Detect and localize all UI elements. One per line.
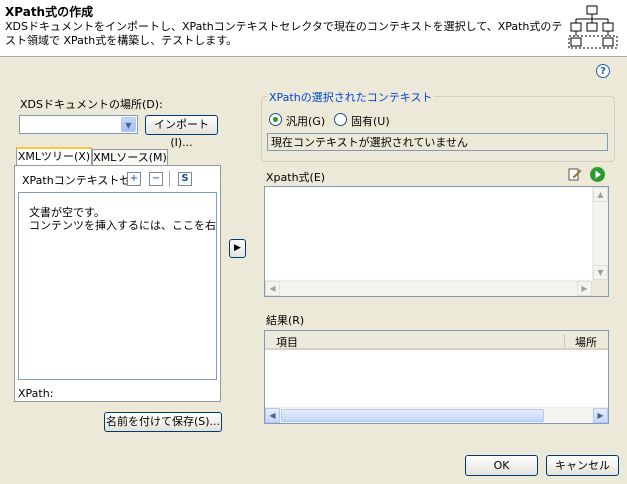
dialog-description: XDSドキュメントをインポートし、XPathコンテキストセレクタで現在のコンテキ…	[5, 20, 563, 47]
run-xpath-icon[interactable]	[590, 167, 605, 182]
expand-all-icon[interactable]: +	[127, 172, 141, 186]
doc-location-combo[interactable]: ▼	[19, 115, 138, 134]
import-button[interactable]: インポート(I)...	[145, 115, 218, 149]
results-scroll-left-arrow[interactable]: ◀	[265, 408, 280, 423]
results-label: 結果(R)	[266, 314, 305, 327]
radio-generic-label[interactable]: 汎用(G)	[286, 113, 325, 129]
context-status-field: 現在コンテキストが選択されていません	[267, 133, 608, 151]
scroll-down-arrow[interactable]: ▼	[593, 265, 608, 280]
column-divider	[564, 334, 565, 347]
edit-xpath-icon[interactable]	[568, 167, 582, 181]
toolbar-separator	[169, 171, 170, 187]
scroll-left-arrow[interactable]: ◀	[265, 281, 280, 296]
tab-xml-source[interactable]: XMLソース(M)	[92, 149, 168, 166]
context-group-title: XPathの選択されたコンテキスト	[267, 89, 435, 105]
transfer-button[interactable]: ▶	[229, 239, 246, 258]
chevron-down-icon[interactable]: ▼	[121, 117, 136, 132]
help-icon[interactable]: ?	[596, 64, 610, 78]
results-scroll-thumb[interactable]	[281, 409, 544, 422]
column-header-location[interactable]: 場所	[575, 334, 597, 350]
tree-empty-message-line2: コンテンツを挿入するには、ここを右マウス	[29, 219, 216, 232]
results-scroll-right-arrow[interactable]: ▶	[593, 408, 608, 423]
xpath-textarea[interactable]: ▲ ▼ ◀ ▶	[264, 186, 609, 297]
context-group: XPathの選択されたコンテキスト 汎用(G) 固有(U) 現在コンテキストが選…	[261, 89, 615, 162]
scroll-up-arrow[interactable]: ▲	[593, 187, 608, 202]
scroll-right-arrow[interactable]: ▶	[577, 281, 592, 296]
tab-xml-tree[interactable]: XMLツリー(X)	[16, 147, 92, 166]
select-context-icon[interactable]: S	[178, 172, 192, 186]
radio-specific-label[interactable]: 固有(U)	[351, 113, 390, 129]
hierarchy-diagram-icon	[567, 4, 619, 50]
dialog-title: XPath式の作成	[5, 5, 94, 19]
tree-view[interactable]: 文書が空です。 コンテンツを挿入するには、ここを右マウス	[18, 192, 217, 380]
doc-location-label: XDSドキュメントの場所(D):	[20, 98, 163, 111]
collapse-all-icon[interactable]: −	[149, 172, 163, 186]
radio-specific[interactable]	[334, 113, 347, 126]
context-toolbar-label: XPathコンテキストセ	[22, 174, 131, 187]
xpath-footer-label: XPath:	[18, 387, 54, 400]
xpath-label: Xpath式(E)	[266, 171, 326, 184]
xpath-vertical-scrollbar[interactable]: ▲ ▼	[592, 187, 608, 280]
cancel-button[interactable]: キャンセル	[546, 455, 619, 476]
xpath-horizontal-scrollbar[interactable]: ◀ ▶	[265, 280, 592, 296]
ok-button[interactable]: OK	[465, 455, 538, 476]
radio-generic[interactable]	[269, 113, 282, 126]
scroll-corner	[592, 280, 608, 296]
xml-tree-panel: XPathコンテキストセ + − S 文書が空です。 コンテンツを挿入するには、…	[14, 165, 221, 402]
dialog-header: XPath式の作成 XDSドキュメントをインポートし、XPathコンテキストセレ…	[0, 0, 627, 57]
results-table[interactable]: 項目 場所 ◀ ▶	[264, 330, 609, 424]
results-table-header: 項目 場所	[265, 331, 608, 350]
results-horizontal-scrollbar[interactable]: ◀ ▶	[265, 407, 608, 423]
column-header-item[interactable]: 項目	[276, 334, 298, 350]
save-as-button[interactable]: 名前を付けて保存(S)...	[104, 412, 222, 432]
